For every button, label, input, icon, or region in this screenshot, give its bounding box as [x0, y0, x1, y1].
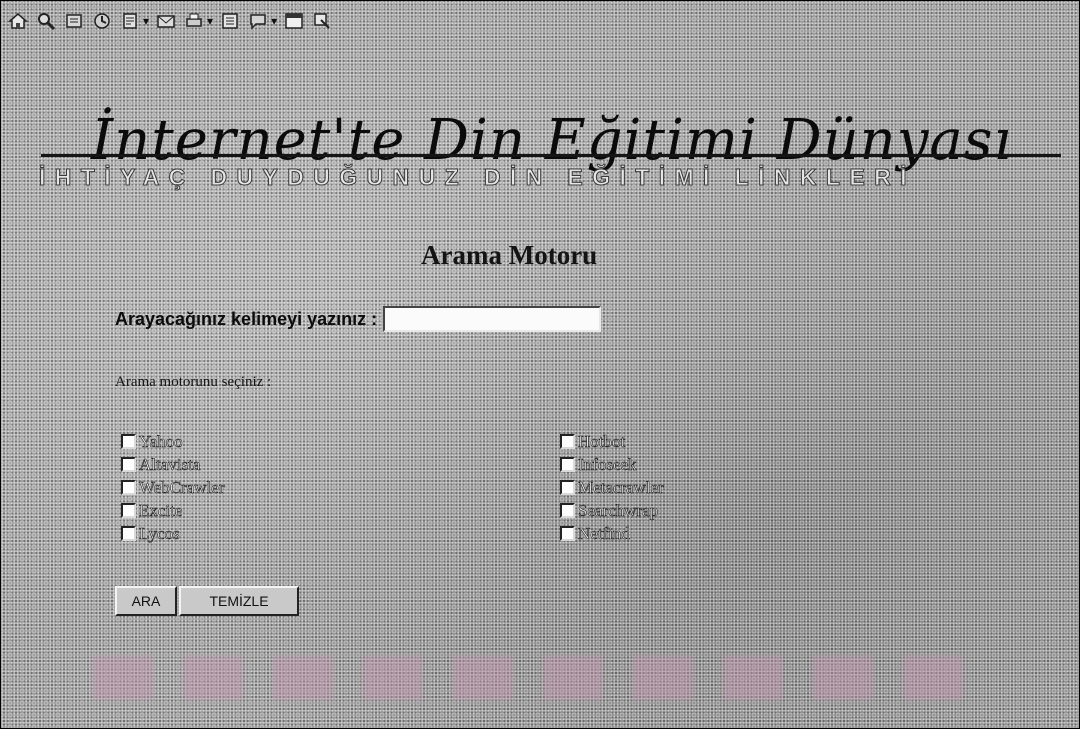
engine-checkbox[interactable]: [121, 480, 136, 495]
search-panel: Arama Motoru Arayacağınız kelimeyi yazın…: [93, 226, 1003, 676]
chevron-down-icon[interactable]: ▾: [271, 14, 277, 28]
clear-button[interactable]: TEMİZLE: [179, 586, 299, 616]
site-subtitle: İHTİYAÇ DUYDUĞUNUZ DİN EĞİTİMİ LİNKLERİ: [39, 164, 916, 191]
engine-checkbox[interactable]: [560, 480, 575, 495]
engine-option-excite[interactable]: Excite: [121, 500, 224, 521]
print-icon[interactable]: [183, 10, 205, 32]
engine-option-yahoo[interactable]: Yahoo: [121, 431, 224, 452]
site-title: İnternet'te Din Eğitimi Dünyası: [91, 108, 1013, 173]
engine-option-label: Excite: [139, 500, 183, 520]
history-icon[interactable]: [91, 10, 113, 32]
browser-toolbar: ▾ ▾ ▾: [1, 1, 507, 41]
title-divider: [41, 154, 1061, 157]
channels-icon[interactable]: [119, 10, 141, 32]
engine-checkbox[interactable]: [560, 434, 575, 449]
search-icon[interactable]: [35, 10, 57, 32]
decorative-footer-band: [93, 656, 993, 700]
chevron-down-icon[interactable]: ▾: [143, 14, 149, 28]
engine-option-label: Metacrawler: [578, 477, 664, 497]
engine-option-hotbot[interactable]: Hotbot: [560, 431, 664, 452]
engine-option-label: Altavista: [139, 454, 201, 474]
translate-icon[interactable]: [311, 10, 333, 32]
engine-option-label: Searchwrap: [578, 500, 659, 520]
engine-option-altavista[interactable]: Altavista: [121, 454, 224, 475]
engine-option-metacrawler[interactable]: Metacrawler: [560, 477, 664, 498]
engine-option-label: WebCrawler: [139, 477, 225, 497]
engine-checkbox[interactable]: [121, 457, 136, 472]
engine-checkbox[interactable]: [560, 503, 575, 518]
engine-list-left: Yahoo Altavista WebCrawler Excite Lycos: [121, 431, 225, 544]
engine-checkbox[interactable]: [121, 503, 136, 518]
search-input[interactable]: [383, 306, 602, 332]
engine-checkbox[interactable]: [560, 457, 575, 472]
search-row: Arayacağınız kelimeyi yazınız :: [115, 306, 602, 332]
discuss-icon[interactable]: [247, 10, 269, 32]
window-icon[interactable]: [283, 10, 305, 32]
mail-icon[interactable]: [155, 10, 177, 32]
search-engine-heading: Arama Motoru: [421, 240, 598, 270]
engine-option-netfind[interactable]: Netfind: [560, 523, 664, 544]
favorites-icon[interactable]: [63, 10, 85, 32]
search-button[interactable]: ARA: [115, 586, 177, 616]
home-icon[interactable]: [7, 10, 29, 32]
browser-page: ▾ ▾ ▾ İnternet'te Din Eğitimi Dünyası İH…: [0, 0, 1080, 729]
engine-choose-label: Arama motorunu seçiniz :: [115, 374, 272, 390]
engine-option-label: Hotbot: [578, 431, 626, 451]
chevron-down-icon[interactable]: ▾: [207, 14, 213, 28]
search-input-label: Arayacağınız kelimeyi yazınız :: [115, 308, 378, 329]
edit-icon[interactable]: [219, 10, 241, 32]
engine-option-label: Infoseek: [578, 454, 637, 474]
engine-option-label: Netfind: [578, 523, 631, 543]
engine-option-lycos[interactable]: Lycos: [121, 523, 224, 544]
engine-option-infoseek[interactable]: Infoseek: [560, 454, 664, 475]
engine-option-searchwrap[interactable]: Searchwrap: [560, 500, 664, 521]
engine-checkbox[interactable]: [121, 526, 136, 541]
engine-option-label: Yahoo: [139, 431, 183, 451]
form-buttons: ARA TEMİZLE: [115, 586, 299, 616]
engine-checkbox[interactable]: [121, 434, 136, 449]
engine-checkbox[interactable]: [560, 526, 575, 541]
engine-option-label: Lycos: [139, 523, 180, 543]
engine-list-right: Hotbot Infoseek Metacrawler Searchwrap N…: [560, 431, 664, 544]
engine-option-webcrawler[interactable]: WebCrawler: [121, 477, 225, 498]
